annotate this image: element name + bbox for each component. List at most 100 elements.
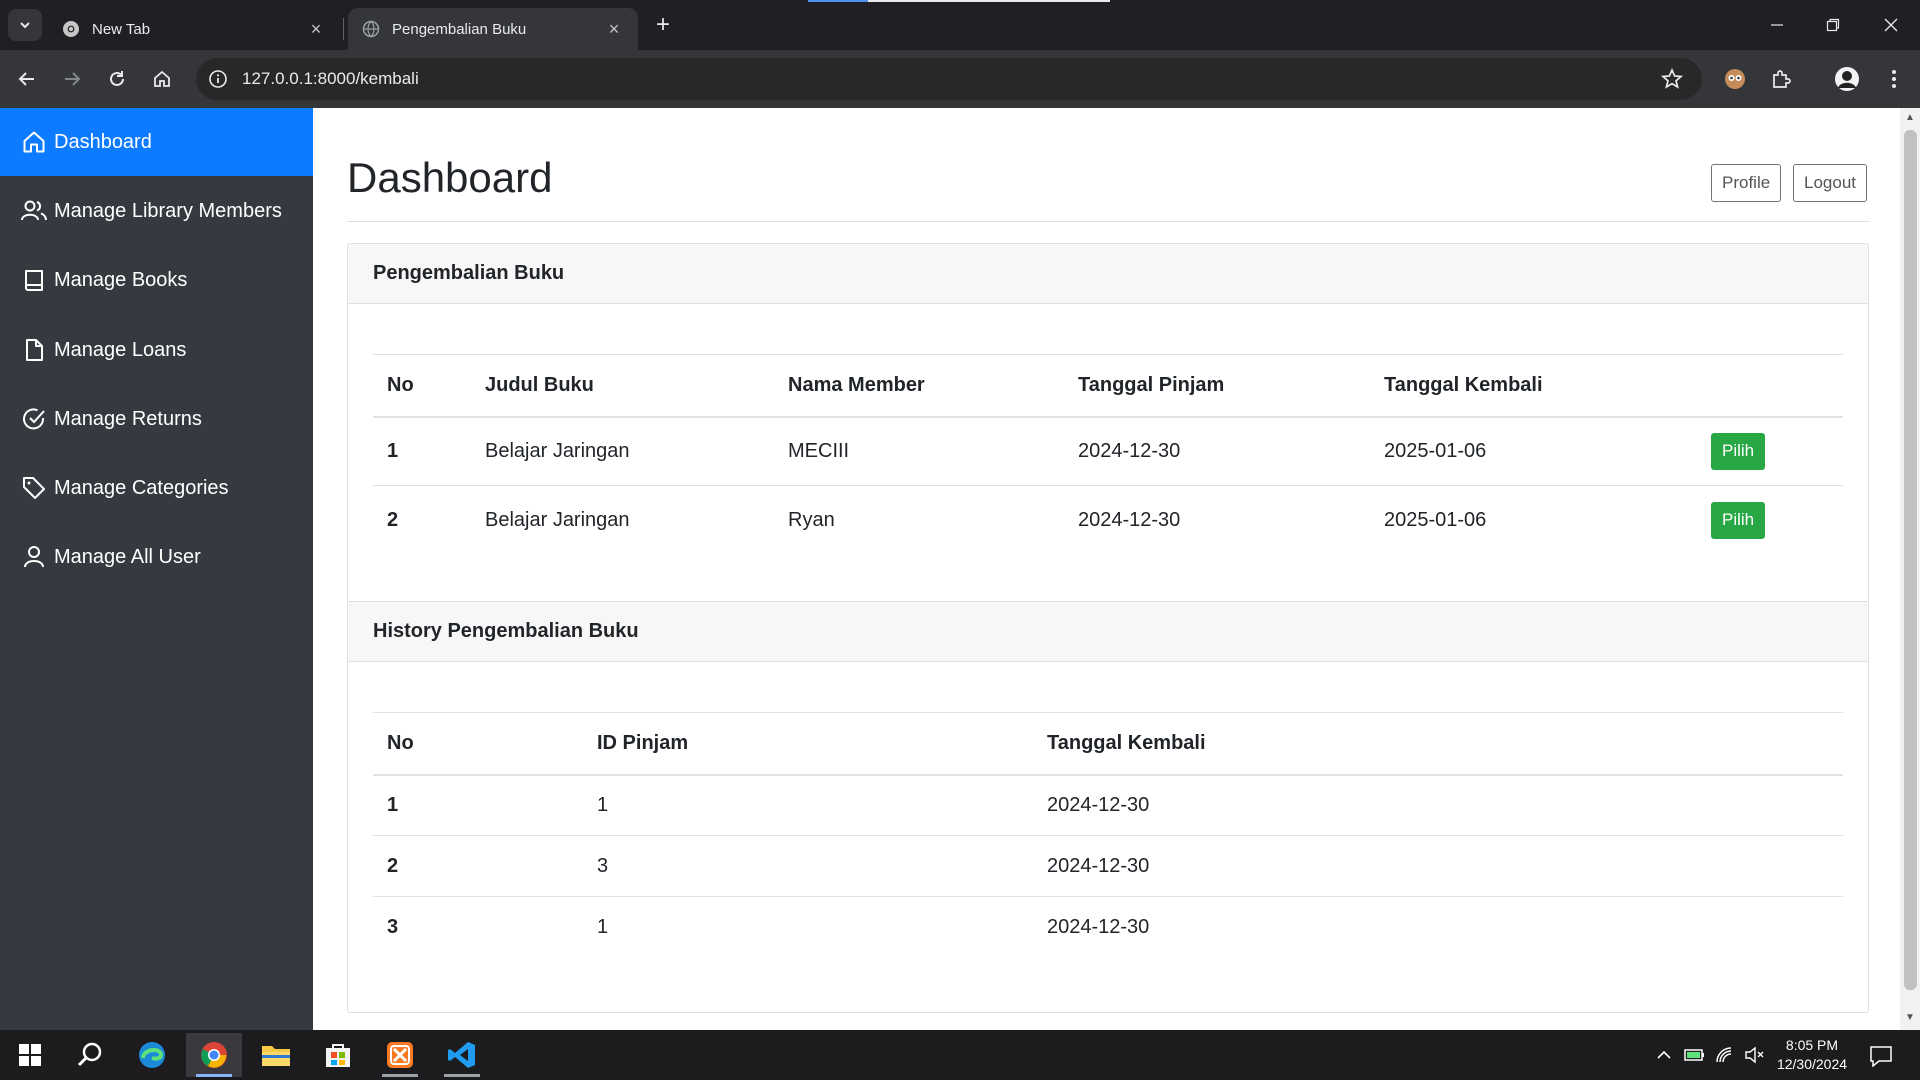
table-row: 2 Belajar Jaringan Ryan 2024-12-30 2025-… — [373, 485, 1843, 555]
scroll-thumb[interactable] — [1904, 130, 1917, 990]
loan-id: 1 — [583, 896, 1033, 958]
sidebar-item-categories[interactable]: Manage Categories — [0, 454, 313, 522]
vscode-icon — [448, 1042, 475, 1068]
home-icon — [20, 128, 48, 156]
tab-pengembalian-buku[interactable]: Pengembalian Buku × — [348, 8, 638, 50]
action-cell: Pilih — [1697, 416, 1843, 486]
loan-date: 2024-12-30 — [1064, 485, 1370, 555]
header-divider — [347, 221, 1870, 222]
taskbar: 8:05 PM 12/30/2024 — [0, 1030, 1920, 1080]
pilih-button[interactable]: Pilih — [1711, 432, 1766, 470]
show-hidden-icons-button[interactable] — [1652, 1043, 1676, 1067]
row-number: 2 — [373, 485, 471, 555]
windows-icon — [19, 1044, 41, 1066]
chrome-taskbar-button[interactable] — [186, 1033, 242, 1077]
sidebar-item-all-users[interactable]: Manage All User — [0, 523, 313, 591]
return-date: 2024-12-30 — [1033, 896, 1843, 958]
tab-title: New Tab — [92, 20, 151, 38]
return-date: 2024-12-30 — [1033, 774, 1843, 836]
new-tab-button[interactable]: + — [648, 10, 678, 40]
chevron-down-icon — [20, 22, 30, 29]
loan-id: 1 — [583, 774, 1033, 836]
xampp-taskbar-button[interactable] — [372, 1033, 428, 1077]
close-icon[interactable]: × — [604, 19, 624, 39]
loan-date: 2024-12-30 — [1064, 416, 1370, 486]
chrome-icon — [201, 1042, 227, 1068]
page-viewport: Dashboard Manage Library Members Manage … — [0, 108, 1920, 1030]
system-clock[interactable]: 8:05 PM 12/30/2024 — [1760, 1036, 1864, 1074]
vscode-taskbar-button[interactable] — [434, 1033, 490, 1077]
profile-button[interactable]: Profile — [1711, 164, 1782, 202]
pilih-button[interactable]: Pilih — [1711, 501, 1766, 539]
logout-button[interactable]: Logout — [1793, 164, 1867, 202]
puzzle-icon — [1773, 70, 1791, 88]
table-row: 1 1 2024-12-30 — [373, 774, 1843, 836]
column-header: Tanggal Kembali — [1370, 354, 1697, 418]
column-header: ID Pinjam — [583, 712, 1033, 776]
loan-id: 3 — [583, 835, 1033, 897]
tab-title: Pengembalian Buku — [392, 20, 527, 38]
sidebar-item-loans[interactable]: Manage Loans — [0, 316, 313, 384]
close-icon — [1884, 18, 1898, 32]
book-title: Belajar Jaringan — [471, 416, 774, 486]
back-button[interactable] — [11, 63, 43, 95]
loading-indicator-progress — [808, 0, 868, 2]
bookmark-star-icon[interactable] — [1660, 67, 1684, 91]
tag-icon — [20, 474, 48, 502]
home-button[interactable] — [146, 63, 178, 95]
minimize-button[interactable] — [1748, 0, 1806, 50]
edge-taskbar-button[interactable] — [124, 1033, 180, 1077]
start-button[interactable] — [2, 1033, 58, 1077]
battery-icon — [1684, 1049, 1704, 1061]
reload-icon — [110, 71, 124, 86]
notification-center-button[interactable] — [1866, 1042, 1896, 1070]
tab-new-tab[interactable]: New Tab × — [48, 8, 340, 50]
arrow-right-icon — [65, 72, 81, 86]
url-text: 127.0.0.1:8000/kembali — [242, 69, 419, 88]
sidebar-item-label: Manage Library Members — [54, 199, 282, 222]
battery-status[interactable] — [1683, 1043, 1707, 1067]
sidebar-item-members[interactable]: Manage Library Members — [0, 177, 313, 245]
site-info-icon[interactable] — [206, 67, 230, 91]
address-bar[interactable]: 127.0.0.1:8000/kembali — [196, 58, 1702, 100]
browser-menu-button[interactable] — [1878, 63, 1910, 95]
users-icon — [20, 197, 48, 225]
extension-button[interactable] — [1719, 63, 1751, 95]
page-scrollbar[interactable]: ▲ ▼ — [1900, 108, 1920, 1030]
sidebar-item-label: Manage Books — [54, 268, 188, 291]
book-title: Belajar Jaringan — [471, 485, 774, 555]
book-icon — [20, 266, 48, 294]
browser-tab-strip: New Tab × Pengembalian Buku × + — [0, 0, 1920, 50]
sidebar-item-books[interactable]: Manage Books — [0, 246, 313, 314]
profile-avatar[interactable] — [1831, 63, 1863, 95]
table-row: 2 3 2024-12-30 — [373, 835, 1843, 897]
column-header-action — [1697, 354, 1843, 418]
running-app-indicator — [444, 1074, 480, 1077]
reload-button[interactable] — [101, 63, 133, 95]
scroll-down-arrow-icon[interactable]: ▼ — [1904, 1012, 1916, 1024]
forward-button[interactable] — [56, 63, 88, 95]
chrome-icon — [62, 20, 80, 38]
return-date: 2025-01-06 — [1370, 485, 1697, 555]
sidebar-item-dashboard[interactable]: Dashboard — [0, 108, 313, 176]
window-close-button[interactable] — [1862, 0, 1920, 50]
chevron-up-icon — [1657, 1050, 1671, 1059]
scroll-up-arrow-icon[interactable]: ▲ — [1904, 112, 1916, 124]
history-card-title: History Pengembalian Buku — [348, 602, 1868, 662]
network-status[interactable] — [1713, 1043, 1737, 1067]
edge-icon — [139, 1042, 165, 1068]
search-button[interactable] — [62, 1033, 118, 1077]
avatar-icon — [1835, 67, 1859, 91]
file-explorer-taskbar-button[interactable] — [248, 1033, 304, 1077]
search-icon — [77, 1042, 102, 1067]
arrow-left-icon — [18, 72, 34, 86]
table-header-row: No Judul Buku Nama Member Tanggal Pinjam… — [373, 354, 1843, 418]
tab-separator — [343, 18, 344, 40]
sidebar-item-returns[interactable]: Manage Returns — [0, 385, 313, 453]
close-icon[interactable]: × — [306, 19, 326, 39]
tab-search-button[interactable] — [8, 9, 42, 41]
store-taskbar-button[interactable] — [310, 1033, 366, 1077]
extensions-button[interactable] — [1765, 63, 1797, 95]
clock-time: 8:05 PM — [1785, 1037, 1839, 1053]
restore-button[interactable] — [1804, 0, 1862, 50]
